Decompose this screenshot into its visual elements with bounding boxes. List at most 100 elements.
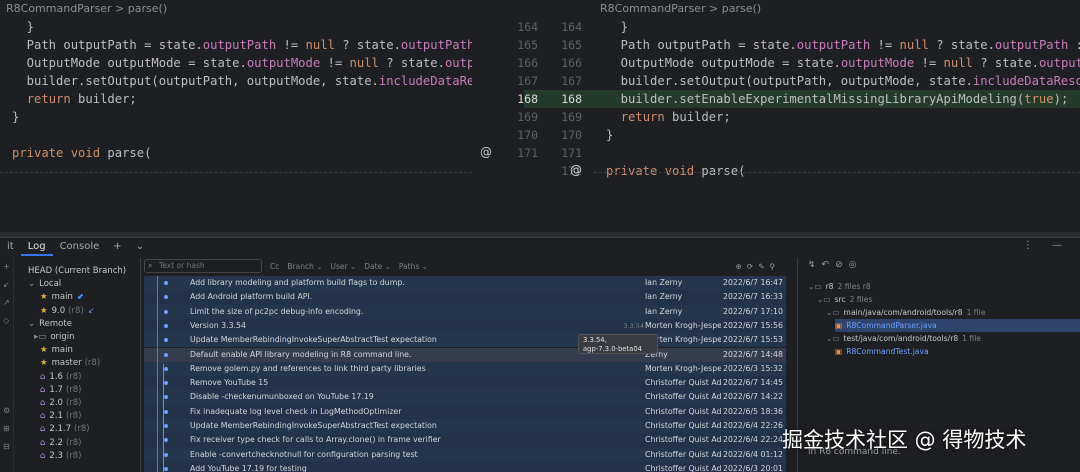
- commit-row[interactable]: Enable -convertchecknotnull for configur…: [144, 447, 786, 462]
- commit-row[interactable]: Fix inadequate log level check in LogMet…: [144, 404, 786, 419]
- branch-label: Local: [39, 279, 62, 290]
- commit-message: Limit the size of pc2pc debug-info encod…: [190, 306, 364, 316]
- left-code-line[interactable]: }: [0, 18, 472, 36]
- branch-item[interactable]: ★ 9.0 (r8) ↙: [40, 305, 95, 318]
- collapse-icon[interactable]: ⊟: [3, 442, 10, 451]
- match-case-toggle[interactable]: Cc: [270, 262, 279, 271]
- add-tab-icon[interactable]: +: [106, 238, 128, 256]
- branch-label: 2.1.7: [49, 424, 72, 435]
- commit-row[interactable]: Fix receiver type check for calls to Arr…: [144, 433, 786, 448]
- branch-filter[interactable]: Branch ⌄: [287, 262, 322, 271]
- commit-row[interactable]: Default enable API library modeling in R…: [144, 347, 786, 362]
- right-code-line[interactable]: Path outputPath = state.outputPath != nu…: [594, 36, 1080, 54]
- changes-toolbar-icons[interactable]: ↯↶⊘◎: [808, 260, 862, 270]
- commit-row[interactable]: Limit the size of pc2pc debug-info encod…: [144, 304, 786, 319]
- changed-file[interactable]: ▣ R8CommandParser.java: [835, 319, 1080, 332]
- add-icon[interactable]: +: [3, 262, 10, 271]
- code-token: OutputMode outputMode = state.: [12, 56, 247, 70]
- commit-row[interactable]: Add Android platform build API. Ian Zerny…: [144, 290, 786, 305]
- incoming-arrow-icon: ⬋: [76, 292, 84, 303]
- code-token: ? state.: [378, 56, 445, 70]
- code-token: builder.setOutput(outputPath, outputMode…: [606, 74, 973, 88]
- right-code-line[interactable]: [594, 144, 1080, 162]
- branch-item[interactable]: ⌂ 1.7 (r8): [40, 384, 81, 397]
- commit-row[interactable]: Remove YouTube 15 Christoffer Quist Adam2…: [144, 376, 786, 391]
- arrow-icon[interactable]: ↙: [3, 280, 10, 289]
- branch-item[interactable]: ⌄ Local: [28, 278, 61, 291]
- branch-item[interactable]: ⌂ 2.3 (r8): [40, 450, 81, 463]
- tab-console[interactable]: Console: [53, 238, 107, 256]
- branch-label: 1.7: [49, 384, 63, 395]
- paths-filter[interactable]: Paths ⌄: [399, 262, 428, 271]
- settings-icon[interactable]: ⚙: [3, 406, 10, 415]
- commit-message: Update MemberRebindingInvokeSuperAbstrac…: [190, 335, 437, 345]
- diff-right-pane[interactable]: R8CommandParser > parse() } Path outputP…: [594, 0, 1080, 232]
- commit-row[interactable]: Add YouTube 17.19 for testing Christoffer…: [144, 461, 786, 472]
- commit-author: Morten Krogh-Jespersen: [645, 320, 721, 330]
- log-toolbar-icons[interactable]: ⊕⟳✎⚲: [736, 262, 780, 271]
- arrow-icon[interactable]: ↗: [3, 298, 10, 307]
- override-icon[interactable]: @: [570, 163, 582, 177]
- left-code-line[interactable]: private void parse(: [0, 144, 472, 162]
- tag-icon[interactable]: ◇: [3, 316, 9, 325]
- changes-folder[interactable]: ⌄▭ test/java/com/android/tools/r8 1 file: [826, 332, 981, 345]
- right-code-line[interactable]: private void parse(: [594, 162, 1080, 180]
- commit-node: [164, 352, 168, 357]
- commit-search-input[interactable]: Text or hash: [144, 259, 262, 273]
- changed-file[interactable]: ▣ R8CommandTest.java: [835, 345, 929, 358]
- code-token: ? state.: [928, 38, 995, 52]
- left-code-line[interactable]: builder.setOutput(outputPath, outputMode…: [0, 72, 472, 90]
- right-code-line[interactable]: return builder;: [594, 108, 1080, 126]
- breadcrumb-left[interactable]: R8CommandParser > parse(): [0, 0, 472, 17]
- left-code-line[interactable]: Path outputPath = state.outputPath != nu…: [0, 36, 472, 54]
- commit-row[interactable]: Update MemberRebindingInvokeSuperAbstrac…: [144, 419, 786, 434]
- changes-folder[interactable]: ⌄▭ src 2 files: [817, 293, 872, 306]
- diff-left-pane[interactable]: R8CommandParser > parse() } Path outputP…: [0, 0, 472, 232]
- left-code-line[interactable]: return builder;: [0, 90, 472, 108]
- right-code-line[interactable]: OutputMode outputMode = state.outputMode…: [594, 54, 1080, 72]
- branch-item[interactable]: ⌂ 2.1 (r8): [40, 410, 81, 423]
- branch-item[interactable]: ⌂ 2.2 (r8): [40, 437, 81, 450]
- changes-folder[interactable]: ⌄▭ r8 2 files r8: [808, 280, 871, 293]
- commit-row[interactable]: Version 3.3.54 3.3.54Morten Krogh-Jespers…: [144, 318, 786, 334]
- expand-icon[interactable]: ⊞: [3, 424, 10, 433]
- branch-item[interactable]: ★ master (r8): [40, 357, 100, 370]
- date-filter[interactable]: Date ⌄: [364, 262, 391, 271]
- branch-item[interactable]: ★ main: [40, 344, 73, 357]
- user-filter[interactable]: User ⌄: [331, 262, 357, 271]
- commit-message: Remove golem.py and references to link t…: [190, 363, 426, 373]
- branch-item[interactable]: ★ main ⬋: [40, 291, 84, 304]
- commit-row[interactable]: Disable -checkenumunboxed on YouTube 17.…: [144, 390, 786, 405]
- branch-item[interactable]: ⌄ Remote: [28, 318, 72, 331]
- tab-menu-icon[interactable]: ⌄: [129, 238, 151, 256]
- branch-item[interactable]: HEAD (Current Branch): [28, 265, 126, 278]
- right-code-line[interactable]: }: [594, 18, 1080, 36]
- branch-remote-tag: (r8): [65, 437, 82, 448]
- branch-item[interactable]: ⌂ 1.6 (r8): [40, 371, 81, 384]
- line-number-right: 167: [561, 74, 582, 88]
- right-code-line[interactable]: }: [594, 126, 1080, 144]
- commit-row[interactable]: Add library modeling and platform build …: [144, 276, 786, 291]
- tab-git[interactable]: it: [0, 238, 21, 256]
- left-code-line[interactable]: }: [0, 108, 472, 126]
- commit-row[interactable]: Remove golem.py and references to link t…: [144, 361, 786, 377]
- branch-item[interactable]: ⌂ 2.1.7 (r8): [40, 423, 90, 436]
- branch-item[interactable]: ⌂ 2.0 (r8): [40, 397, 81, 410]
- tag-icon: ⌂: [40, 424, 46, 435]
- breadcrumb-right[interactable]: R8CommandParser > parse(): [594, 0, 1080, 17]
- commit-row[interactable]: Update MemberRebindingInvokeSuperAbstrac…: [144, 333, 786, 348]
- branch-item[interactable]: ▸▭ origin: [34, 331, 75, 344]
- left-code-line[interactable]: OutputMode outputMode = state.outputMode…: [0, 54, 472, 72]
- commit-date: 2022/6/4 22:26: [723, 421, 783, 430]
- commit-message: Add library modeling and platform build …: [190, 278, 405, 287]
- override-icon[interactable]: @: [480, 145, 492, 159]
- changes-folder[interactable]: ⌄▭ main/java/com/android/tools/r8 1 file: [826, 306, 985, 319]
- left-code-line[interactable]: [0, 126, 472, 144]
- right-code-line[interactable]: builder.setOutput(outputPath, outputMode…: [594, 72, 1080, 90]
- code-token: OutputMode outputMode = state.: [606, 56, 841, 70]
- code-token: private: [606, 164, 658, 178]
- tab-log[interactable]: Log: [20, 238, 53, 256]
- right-code-line[interactable]: builder.setEnableExperimentalMissingLibr…: [594, 90, 1080, 108]
- folder-icon: ⌄▭: [817, 295, 831, 304]
- tool-window-actions[interactable]: ⋮ —: [1023, 240, 1070, 251]
